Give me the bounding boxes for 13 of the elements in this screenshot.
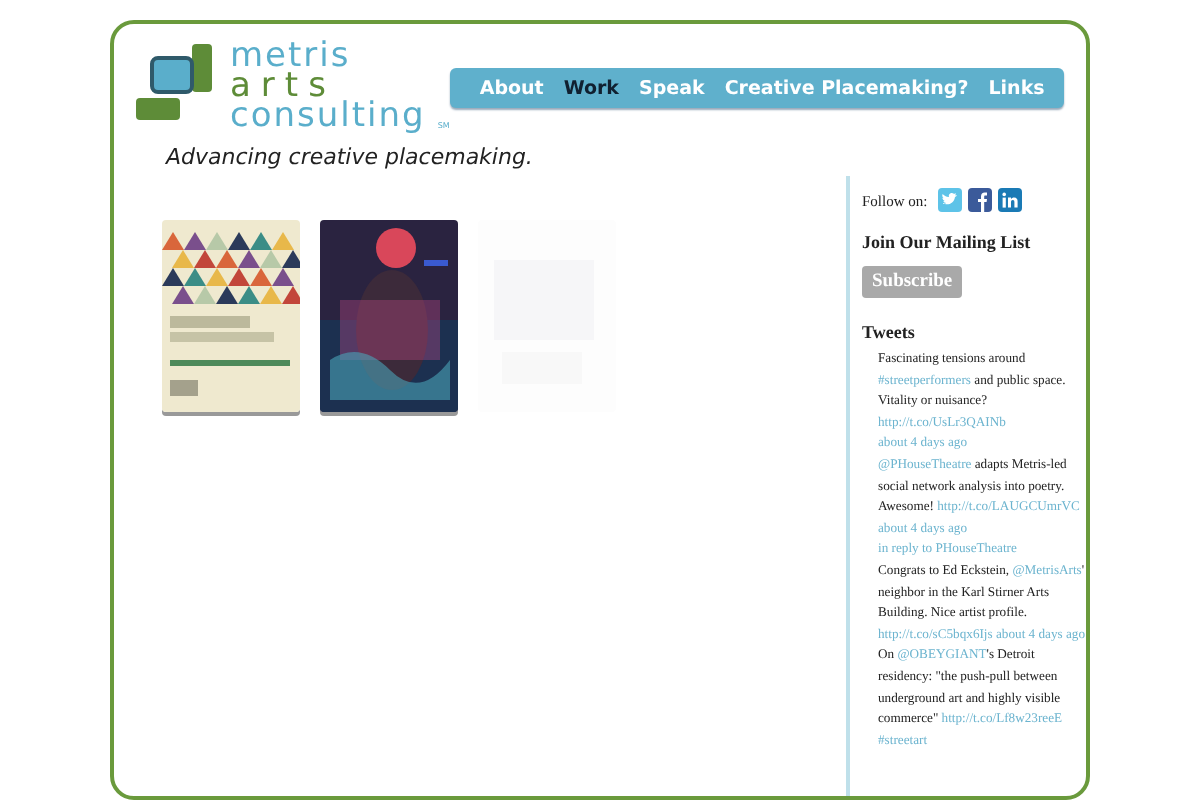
mailing-list-title: Join Our Mailing List [862, 232, 1033, 252]
logo-wordmark: metris arts consulting [230, 40, 426, 132]
nav-link[interactable]: Speak [639, 77, 705, 99]
subscribe-button[interactable]: Subscribe [862, 266, 963, 298]
in-letter-icon[interactable] [997, 188, 1022, 212]
nav-link[interactable]: About [479, 77, 544, 99]
nav-link[interactable]: Work [563, 77, 619, 99]
nav-link[interactable]: Links [988, 77, 1045, 99]
tweets-title: Tweets [862, 322, 917, 342]
f-letter-icon[interactable] [967, 188, 992, 212]
tagline: Advancing creative placemaking. [163, 142, 535, 170]
logo-blocks-icon [134, 40, 218, 124]
nav-link[interactable]: Creative Placemaking? [724, 77, 969, 99]
